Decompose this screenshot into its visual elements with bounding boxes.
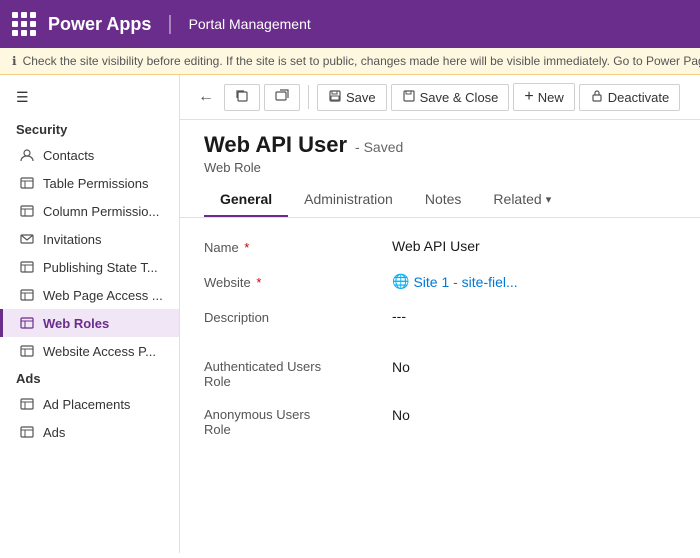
save-close-label: Save & Close xyxy=(420,90,499,105)
form-body: Name * Web API User Website * 🌐 Site 1 -… xyxy=(180,218,700,475)
form-header: Web API User - Saved Web Role xyxy=(180,120,700,175)
tab-administration[interactable]: Administration xyxy=(288,183,409,217)
tab-administration-label: Administration xyxy=(304,191,393,207)
sidebar-item-column-permissions[interactable]: Column Permissio... xyxy=(0,197,179,225)
invitations-icon xyxy=(19,231,35,247)
copy-button[interactable] xyxy=(224,84,260,111)
toolbar-separator xyxy=(308,85,309,109)
field-label-anonymous: Anonymous UsersRole xyxy=(204,407,384,437)
website-link-text: Site 1 - site-fiel... xyxy=(413,274,517,290)
globe-icon: 🌐 xyxy=(392,273,409,290)
hamburger-button[interactable]: ☰ xyxy=(0,83,179,116)
tab-general-label: General xyxy=(220,191,272,207)
warning-bar: ℹ Check the site visibility before editi… xyxy=(0,48,700,75)
field-value-anonymous: No xyxy=(392,407,410,423)
save-button[interactable]: Save xyxy=(317,84,387,111)
field-row-authenticated: Authenticated UsersRole No xyxy=(204,359,676,389)
field-value-name: Web API User xyxy=(392,238,480,254)
deactivate-label: Deactivate xyxy=(608,90,669,105)
copy-icon xyxy=(235,89,249,106)
form-subtitle: Web Role xyxy=(204,160,676,175)
warning-icon: ℹ xyxy=(12,54,17,68)
form-title: Web API User xyxy=(204,132,347,158)
save-label: Save xyxy=(346,90,376,105)
contacts-icon xyxy=(19,147,35,163)
sidebar-item-ads[interactable]: Ads xyxy=(0,418,179,446)
save-icon xyxy=(328,89,342,106)
main-layout: ☰ Security Contacts Table Permissions Co… xyxy=(0,75,700,553)
publishing-state-icon xyxy=(19,259,35,275)
sidebar-item-website-access-label: Website Access P... xyxy=(43,344,156,359)
tab-general[interactable]: General xyxy=(204,183,288,217)
field-row-website: Website * 🌐 Site 1 - site-fiel... xyxy=(204,273,676,290)
required-asterisk-website: * xyxy=(253,275,262,290)
portal-name: Portal Management xyxy=(189,16,311,32)
field-row-description: Description --- xyxy=(204,308,676,325)
tab-related[interactable]: Related ▾ xyxy=(477,183,567,217)
sidebar-section-security: Security xyxy=(0,116,179,141)
top-bar: Power Apps | Portal Management xyxy=(0,0,700,48)
sidebar-section-ads: Ads xyxy=(0,365,179,390)
sidebar-item-web-page-access[interactable]: Web Page Access ... xyxy=(0,281,179,309)
website-access-icon xyxy=(19,343,35,359)
sidebar-item-invitations-label: Invitations xyxy=(43,232,102,247)
toolbar: ← Save Save xyxy=(180,75,700,120)
deactivate-icon xyxy=(590,89,604,106)
sidebar-item-column-permissions-label: Column Permissio... xyxy=(43,204,159,219)
new-icon: + xyxy=(524,88,533,106)
window-button[interactable] xyxy=(264,84,300,111)
new-label: New xyxy=(538,90,564,105)
form-tabs: General Administration Notes Related ▾ xyxy=(180,183,700,218)
sidebar-item-web-roles[interactable]: Web Roles xyxy=(0,309,179,337)
ads-icon xyxy=(19,424,35,440)
deactivate-button[interactable]: Deactivate xyxy=(579,84,680,111)
save-close-icon xyxy=(402,89,416,106)
required-asterisk-name: * xyxy=(241,240,250,255)
field-row-anonymous: Anonymous UsersRole No xyxy=(204,407,676,437)
table-permissions-icon xyxy=(19,175,35,191)
warning-text: Check the site visibility before editing… xyxy=(23,54,700,68)
app-name: Power Apps xyxy=(48,14,151,35)
web-roles-icon xyxy=(19,315,35,331)
sidebar-item-ads-label: Ads xyxy=(43,425,65,440)
field-value-description: --- xyxy=(392,308,406,324)
sidebar: ☰ Security Contacts Table Permissions Co… xyxy=(0,75,180,553)
back-button[interactable]: ← xyxy=(192,84,220,110)
save-close-button[interactable]: Save & Close xyxy=(391,84,510,111)
sidebar-item-web-roles-label: Web Roles xyxy=(43,316,109,331)
field-row-name: Name * Web API User xyxy=(204,238,676,255)
field-label-authenticated: Authenticated UsersRole xyxy=(204,359,384,389)
content-area: ← Save Save xyxy=(180,75,700,553)
sidebar-item-contacts-label: Contacts xyxy=(43,148,94,163)
sidebar-item-table-permissions-label: Table Permissions xyxy=(43,176,149,191)
field-value-website[interactable]: 🌐 Site 1 - site-fiel... xyxy=(392,273,518,290)
web-page-access-icon xyxy=(19,287,35,303)
tab-notes[interactable]: Notes xyxy=(409,183,478,217)
top-bar-divider: | xyxy=(167,13,172,36)
sidebar-item-web-page-access-label: Web Page Access ... xyxy=(43,288,163,303)
field-label-description: Description xyxy=(204,308,384,325)
ad-placements-icon xyxy=(19,396,35,412)
field-label-name: Name * xyxy=(204,238,384,255)
tab-notes-label: Notes xyxy=(425,191,462,207)
column-permissions-icon xyxy=(19,203,35,219)
app-grid-icon[interactable] xyxy=(12,12,36,36)
sidebar-item-table-permissions[interactable]: Table Permissions xyxy=(0,169,179,197)
sidebar-item-publishing-state-label: Publishing State T... xyxy=(43,260,158,275)
sidebar-item-website-access[interactable]: Website Access P... xyxy=(0,337,179,365)
sidebar-item-publishing-state[interactable]: Publishing State T... xyxy=(0,253,179,281)
form-saved-status: - Saved xyxy=(355,139,403,155)
sidebar-item-ad-placements-label: Ad Placements xyxy=(43,397,130,412)
new-button[interactable]: + New xyxy=(513,83,574,111)
field-value-authenticated: No xyxy=(392,359,410,375)
sidebar-item-ad-placements[interactable]: Ad Placements xyxy=(0,390,179,418)
field-label-website: Website * xyxy=(204,273,384,290)
tab-related-label: Related xyxy=(493,191,541,207)
window-icon xyxy=(275,89,289,106)
sidebar-item-invitations[interactable]: Invitations xyxy=(0,225,179,253)
chevron-down-icon: ▾ xyxy=(546,193,552,206)
sidebar-item-contacts[interactable]: Contacts xyxy=(0,141,179,169)
